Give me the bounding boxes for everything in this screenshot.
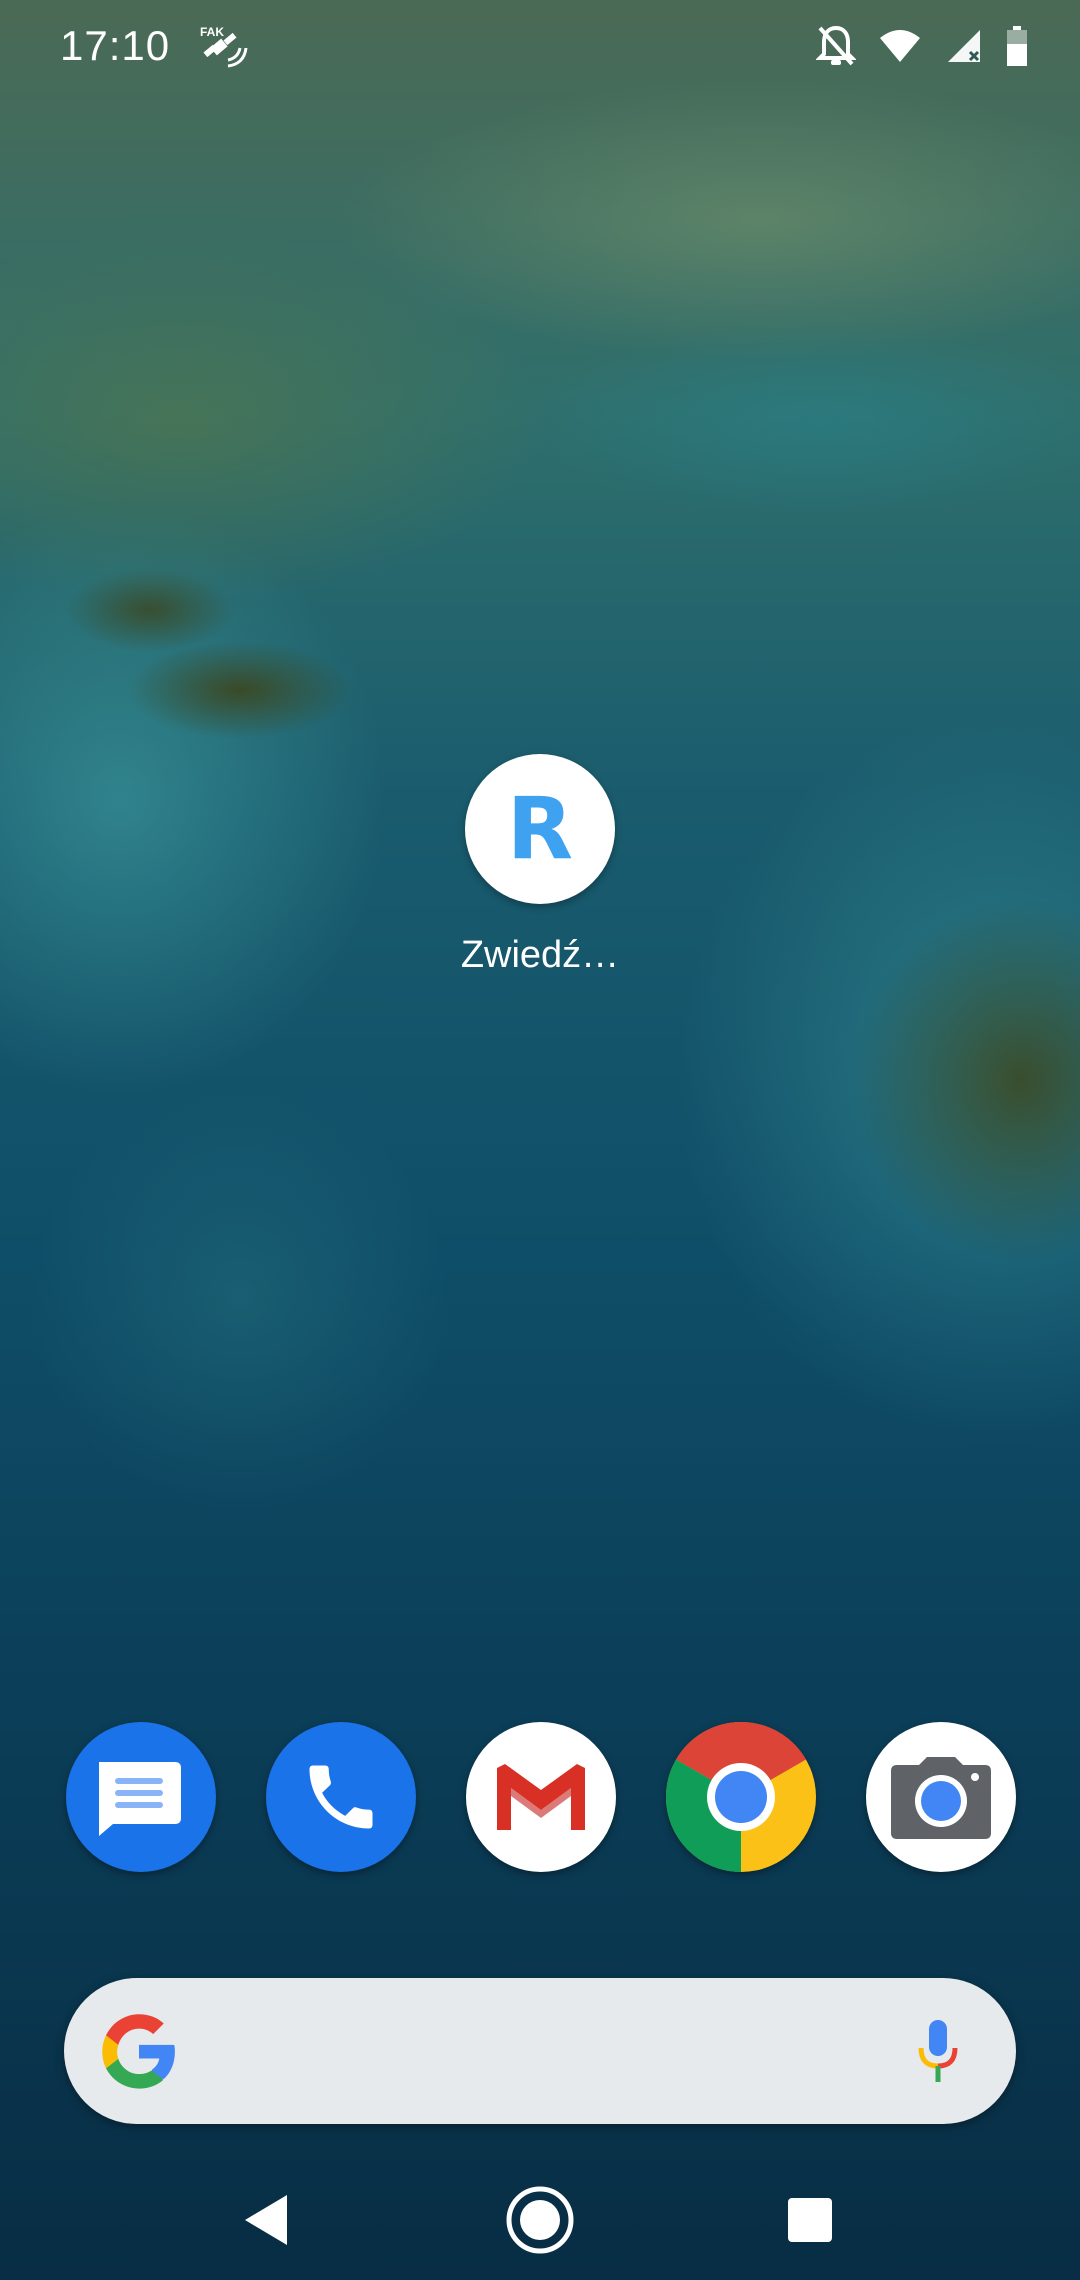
messages-app-button[interactable] bbox=[66, 1722, 216, 1872]
camera-app-button[interactable] bbox=[866, 1722, 1016, 1872]
google-search-bar[interactable] bbox=[64, 1978, 1016, 2124]
chrome-icon bbox=[666, 1722, 816, 1872]
home-screen: 17:10 FAK R Zwiedź… bbox=[0, 0, 1080, 2280]
messages-icon bbox=[99, 1762, 181, 1836]
cell-signal-icon bbox=[948, 30, 980, 62]
recents-icon bbox=[788, 2198, 832, 2242]
chrome-app-button[interactable] bbox=[666, 1722, 816, 1872]
phone-app-button[interactable] bbox=[266, 1722, 416, 1872]
home-icon bbox=[506, 2186, 574, 2254]
wifi-icon bbox=[880, 30, 920, 62]
phone-icon bbox=[309, 1765, 373, 1829]
svg-text:FAK: FAK bbox=[200, 25, 224, 39]
recents-button[interactable] bbox=[770, 2180, 850, 2260]
gmail-app-button[interactable] bbox=[466, 1722, 616, 1872]
camera-icon bbox=[891, 1757, 991, 1839]
gmail-icon bbox=[497, 1764, 585, 1830]
app-shortcut-label: Zwiedź… bbox=[460, 934, 620, 976]
navigation-bar bbox=[0, 2150, 1080, 2280]
dock bbox=[66, 1722, 1016, 1874]
fake-gps-icon: FAK bbox=[200, 25, 248, 68]
status-bar: 17:10 FAK bbox=[0, 0, 1080, 96]
app-shortcut[interactable]: R Zwiedź… bbox=[440, 754, 640, 977]
search-input[interactable] bbox=[204, 2018, 828, 2086]
app-shortcut-icon: R bbox=[465, 754, 615, 904]
notifications-off-icon bbox=[816, 25, 856, 66]
google-logo-icon bbox=[102, 2014, 175, 2089]
microphone-icon[interactable] bbox=[916, 2018, 960, 2088]
battery-icon bbox=[1007, 26, 1027, 66]
status-time: 17:10 bbox=[60, 22, 171, 69]
home-button[interactable] bbox=[500, 2180, 580, 2260]
back-button[interactable] bbox=[226, 2180, 306, 2260]
back-icon bbox=[245, 2195, 287, 2245]
